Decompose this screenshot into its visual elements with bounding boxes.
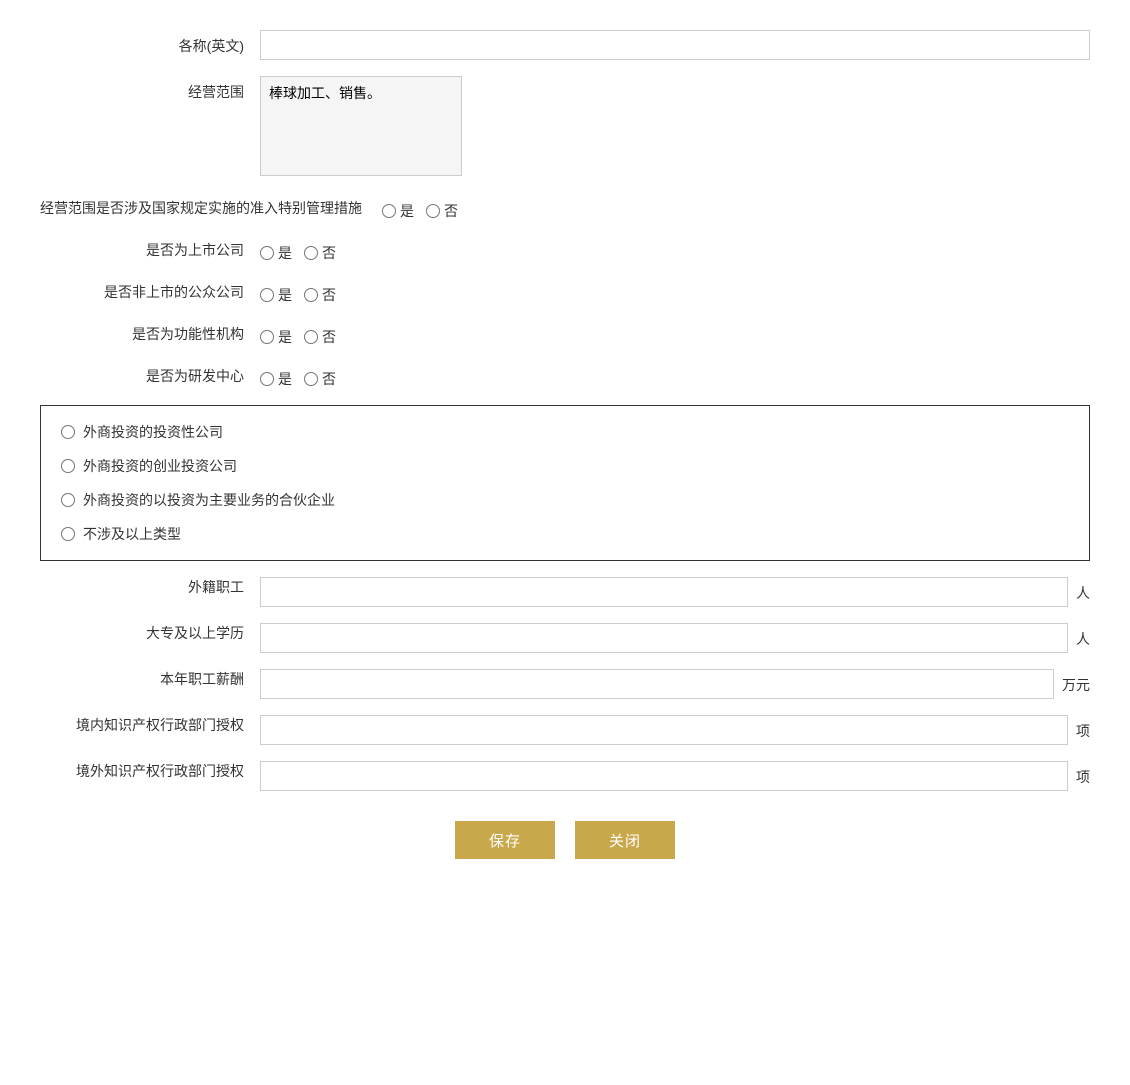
public-unlisted-yes[interactable]: 是	[260, 285, 292, 305]
form-container: 各称(英文) 经营范围 棒球加工、销售。 经营范围是否涉及国家规定实施的准入特别…	[40, 20, 1090, 889]
listed-no-label: 否	[322, 243, 336, 263]
annual-salary-input[interactable]	[260, 669, 1054, 699]
domestic-ip-row: 境内知识产权行政部门授权 项	[40, 715, 1090, 745]
foreign-employees-label: 外籍职工	[40, 577, 260, 597]
special-management-radio-group: 是 否	[382, 195, 458, 221]
college-education-input[interactable]	[260, 623, 1068, 653]
special-management-row: 经营范围是否涉及国家规定实施的准入特别管理措施 是 否	[40, 195, 1090, 221]
invest-type-2[interactable]: 外商投资的创业投资公司	[61, 456, 1069, 476]
listed-radio-group: 是 否	[260, 237, 336, 263]
listed-yes-label: 是	[278, 243, 292, 263]
functional-no-label: 否	[322, 327, 336, 347]
public-unlisted-no[interactable]: 否	[304, 285, 336, 305]
textarea-wrapper: 棒球加工、销售。	[260, 76, 1090, 179]
college-education-row: 大专及以上学历 人	[40, 623, 1090, 653]
foreign-ip-input[interactable]	[260, 761, 1068, 791]
research-row: 是否为研发中心 是 否	[40, 363, 1090, 389]
functional-yes[interactable]: 是	[260, 327, 292, 347]
research-label: 是否为研发中心	[40, 366, 260, 386]
special-management-label: 经营范围是否涉及国家规定实施的准入特别管理措施	[40, 198, 382, 218]
save-button[interactable]: 保存	[455, 821, 555, 859]
invest-type-1[interactable]: 外商投资的投资性公司	[61, 422, 1069, 442]
invest-type-2-label: 外商投资的创业投资公司	[83, 456, 237, 476]
functional-row: 是否为功能性机构 是 否	[40, 321, 1090, 347]
public-unlisted-label: 是否非上市的公众公司	[40, 282, 260, 302]
annual-salary-label: 本年职工薪酬	[40, 669, 260, 689]
business-scope-textarea[interactable]: 棒球加工、销售。	[260, 76, 462, 176]
business-scope-label: 经营范围	[40, 76, 260, 102]
research-no-label: 否	[322, 369, 336, 389]
annual-salary-unit: 万元	[1054, 669, 1090, 695]
public-unlisted-radio-group: 是 否	[260, 279, 336, 305]
listed-no[interactable]: 否	[304, 243, 336, 263]
college-education-label: 大专及以上学历	[40, 623, 260, 643]
investment-type-box: 外商投资的投资性公司 外商投资的创业投资公司 外商投资的以投资为主要业务的合伙企…	[40, 405, 1090, 561]
foreign-ip-row: 境外知识产权行政部门授权 项	[40, 761, 1090, 791]
foreign-ip-label: 境外知识产权行政部门授权	[40, 761, 260, 781]
special-management-yes-label: 是	[400, 201, 414, 221]
special-management-yes[interactable]: 是	[382, 201, 414, 221]
name-en-label: 各称(英文)	[40, 30, 260, 56]
invest-type-4-label: 不涉及以上类型	[83, 524, 181, 544]
close-button[interactable]: 关闭	[575, 821, 675, 859]
button-row: 保存 关闭	[40, 821, 1090, 859]
listed-yes[interactable]: 是	[260, 243, 292, 263]
listed-row: 是否为上市公司 是 否	[40, 237, 1090, 263]
functional-no[interactable]: 否	[304, 327, 336, 347]
foreign-employees-input[interactable]	[260, 577, 1068, 607]
special-management-no[interactable]: 否	[426, 201, 458, 221]
annual-salary-row: 本年职工薪酬 万元	[40, 669, 1090, 699]
foreign-employees-row: 外籍职工 人	[40, 577, 1090, 607]
business-scope-row: 经营范围 棒球加工、销售。	[40, 76, 1090, 179]
special-management-no-label: 否	[444, 201, 458, 221]
invest-type-1-label: 外商投资的投资性公司	[83, 422, 223, 442]
functional-radio-group: 是 否	[260, 321, 336, 347]
research-yes-label: 是	[278, 369, 292, 389]
invest-type-4[interactable]: 不涉及以上类型	[61, 524, 1069, 544]
invest-type-3[interactable]: 外商投资的以投资为主要业务的合伙企业	[61, 490, 1069, 510]
listed-label: 是否为上市公司	[40, 240, 260, 260]
invest-type-3-label: 外商投资的以投资为主要业务的合伙企业	[83, 490, 335, 510]
research-yes[interactable]: 是	[260, 369, 292, 389]
domestic-ip-input[interactable]	[260, 715, 1068, 745]
domestic-ip-unit: 项	[1068, 715, 1090, 741]
public-unlisted-yes-label: 是	[278, 285, 292, 305]
public-unlisted-no-label: 否	[322, 285, 336, 305]
name-en-row: 各称(英文)	[40, 30, 1090, 60]
foreign-employees-unit: 人	[1068, 577, 1090, 603]
foreign-ip-unit: 项	[1068, 761, 1090, 787]
domestic-ip-label: 境内知识产权行政部门授权	[40, 715, 260, 735]
functional-yes-label: 是	[278, 327, 292, 347]
research-radio-group: 是 否	[260, 363, 336, 389]
research-no[interactable]: 否	[304, 369, 336, 389]
functional-label: 是否为功能性机构	[40, 324, 260, 344]
name-en-input[interactable]	[260, 30, 1090, 60]
public-unlisted-row: 是否非上市的公众公司 是 否	[40, 279, 1090, 305]
college-education-unit: 人	[1068, 623, 1090, 649]
